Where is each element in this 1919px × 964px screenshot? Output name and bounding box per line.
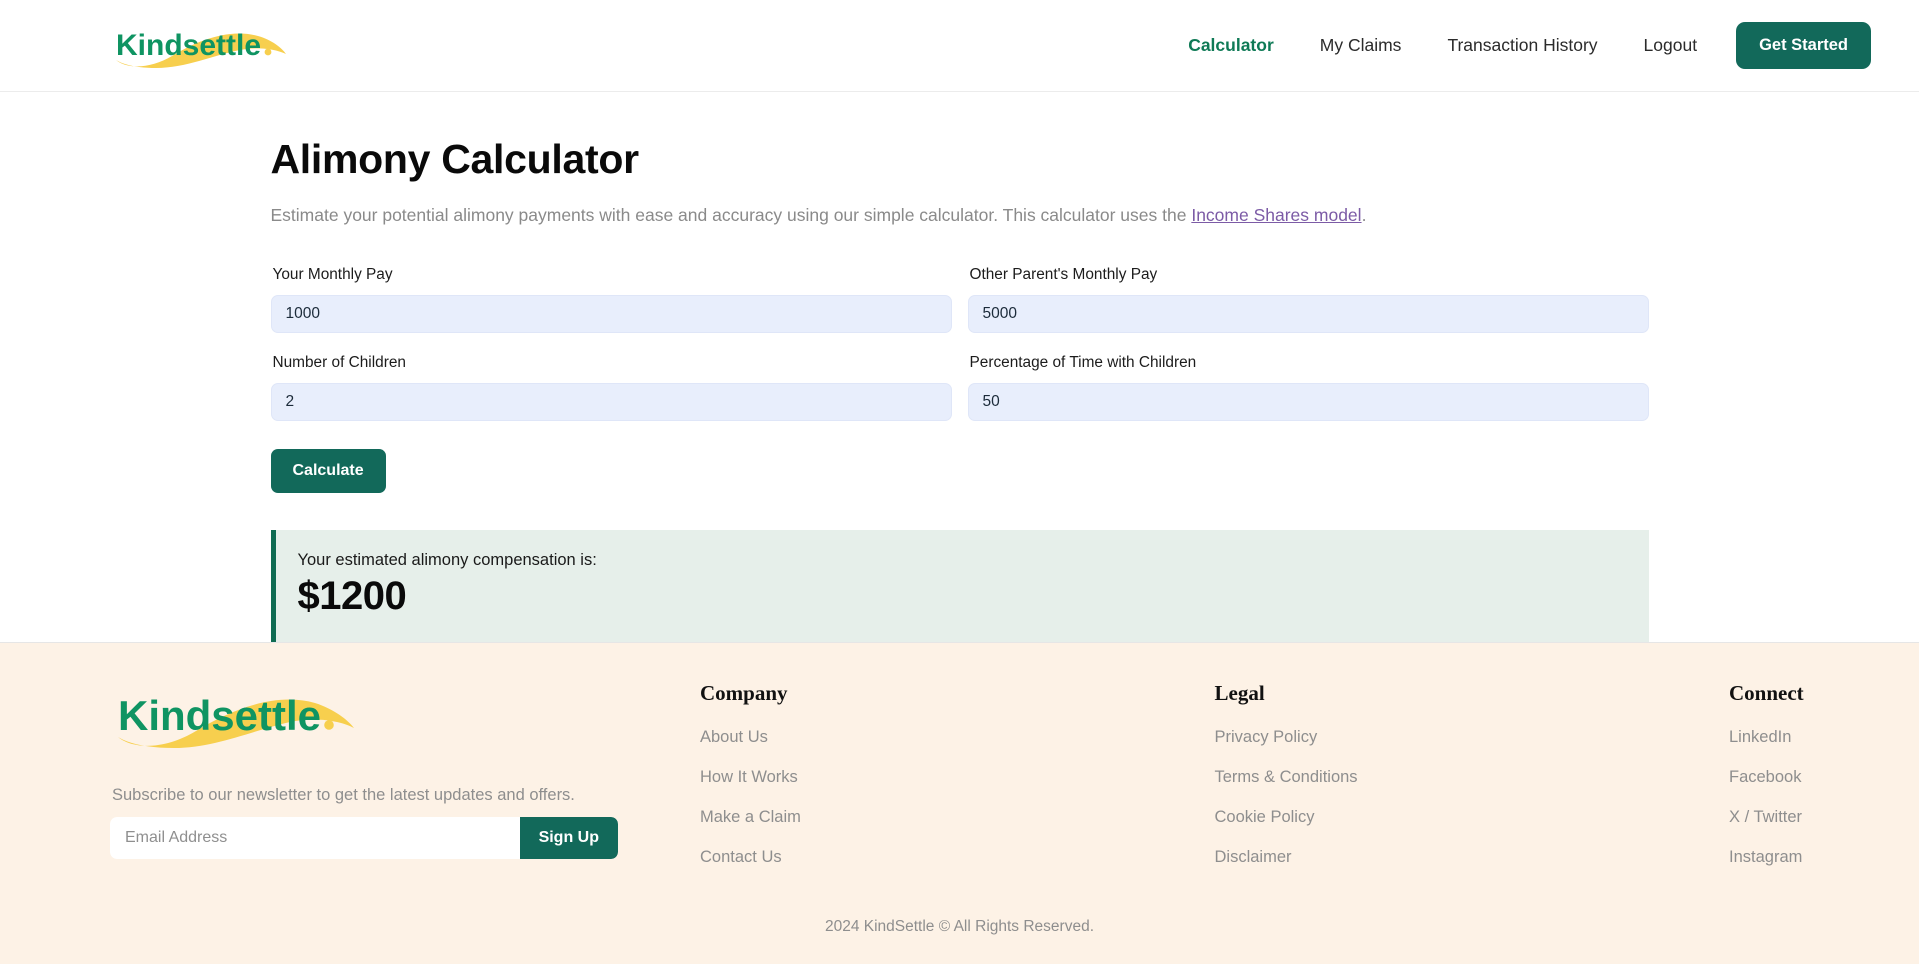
footer-brand: Kindsettle Subscribe to our newsletter t… [110, 681, 670, 860]
page-title: Alimony Calculator [270, 136, 640, 182]
site-header: Kindsettle Calculator My Claims Transact… [0, 0, 1919, 92]
footer-column-company: Company About Us How It Works Make a Cla… [700, 681, 850, 888]
footer-link-make-a-claim[interactable]: Make a Claim [700, 808, 850, 827]
nav-item-my-claims[interactable]: My Claims [1297, 36, 1425, 55]
result-label: Your estimated alimony compensation is: [297, 551, 597, 570]
description-text-after: . [1361, 205, 1367, 225]
label-your-monthly-pay: Your Monthly Pay [272, 266, 393, 284]
footer-link-how-it-works[interactable]: How It Works [700, 768, 850, 787]
footer-link-terms-conditions[interactable]: Terms & Conditions [1215, 768, 1365, 787]
input-number-of-children[interactable] [270, 383, 952, 422]
footer-link-facebook[interactable]: Facebook [1729, 768, 1859, 787]
footer-column-connect: Connect LinkedIn Facebook X / Twitter In… [1729, 681, 1859, 888]
newsletter-email-input[interactable] [110, 817, 520, 860]
description-text-before: Estimate your potential alimony payments… [270, 205, 1192, 225]
svg-text:Kindsettle: Kindsettle [118, 692, 321, 739]
input-other-parent-monthly-pay[interactable] [967, 295, 1649, 334]
label-percentage-time-with-children: Percentage of Time with Children [969, 354, 1197, 372]
kindsettle-footer-logo-icon[interactable]: Kindsettle [110, 681, 360, 753]
field-percentage-time-with-children: Percentage of Time with Children [967, 354, 1649, 422]
nav-item-calculator[interactable]: Calculator [1165, 36, 1297, 55]
calculator-form: Your Monthly Pay Other Parent's Monthly … [270, 266, 1649, 442]
input-your-monthly-pay[interactable] [270, 295, 952, 334]
footer-link-privacy-policy[interactable]: Privacy Policy [1215, 728, 1365, 747]
nav-item-logout[interactable]: Logout [1621, 36, 1721, 55]
footer-link-columns: Company About Us How It Works Make a Cla… [670, 681, 1859, 888]
footer-link-x-twitter[interactable]: X / Twitter [1729, 808, 1859, 827]
nav-item-transaction-history[interactable]: Transaction History [1424, 36, 1620, 55]
footer-copyright: 2024 KindSettle © All Rights Reserved. [824, 918, 1095, 936]
footer-link-contact-us[interactable]: Contact Us [700, 848, 850, 867]
footer-link-about-us[interactable]: About Us [700, 728, 850, 747]
field-other-parent-monthly-pay: Other Parent's Monthly Pay [967, 266, 1649, 334]
main-content: Alimony Calculator Estimate your potenti… [0, 92, 1919, 643]
footer-link-linkedin[interactable]: LinkedIn [1729, 728, 1859, 747]
svg-text:Kindsettle: Kindsettle [116, 29, 261, 62]
site-footer: Kindsettle Subscribe to our newsletter t… [0, 642, 1919, 964]
field-your-monthly-pay: Your Monthly Pay [270, 266, 952, 334]
newsletter-tagline: Subscribe to our newsletter to get the l… [112, 786, 575, 805]
income-shares-model-link[interactable]: Income Shares model [1191, 205, 1361, 225]
result-amount: $1200 [297, 574, 407, 619]
footer-column-title-connect: Connect [1729, 681, 1804, 706]
newsletter-form: Sign Up [110, 817, 618, 860]
header-logo[interactable]: Kindsettle [110, 20, 290, 72]
footer-column-title-company: Company [700, 681, 788, 706]
result-panel: Your estimated alimony compensation is: … [270, 530, 1649, 643]
label-other-parent-monthly-pay: Other Parent's Monthly Pay [969, 266, 1158, 284]
footer-link-instagram[interactable]: Instagram [1729, 848, 1859, 867]
field-number-of-children: Number of Children [270, 354, 952, 422]
kindsettle-logo-icon: Kindsettle [116, 29, 286, 68]
footer-column-legal: Legal Privacy Policy Terms & Conditions … [1215, 681, 1365, 888]
calculate-button[interactable]: Calculate [270, 449, 386, 494]
label-number-of-children: Number of Children [272, 354, 406, 372]
footer-link-disclaimer[interactable]: Disclaimer [1215, 848, 1365, 867]
main-nav: Calculator My Claims Transaction History… [1165, 22, 1871, 69]
input-percentage-time-with-children[interactable] [967, 383, 1649, 422]
newsletter-signup-button[interactable]: Sign Up [519, 817, 618, 860]
footer-link-cookie-policy[interactable]: Cookie Policy [1215, 808, 1365, 827]
footer-column-title-legal: Legal [1214, 681, 1265, 706]
page-description: Estimate your potential alimony payments… [271, 203, 1649, 228]
get-started-button[interactable]: Get Started [1736, 22, 1871, 69]
